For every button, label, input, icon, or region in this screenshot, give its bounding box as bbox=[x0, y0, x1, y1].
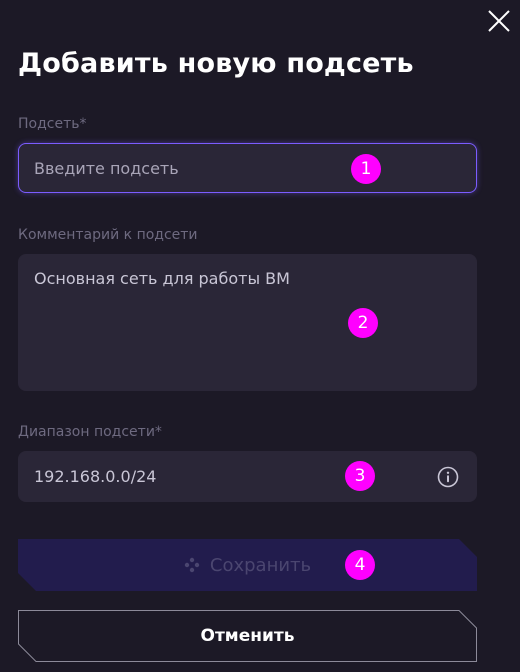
step-marker-3: 3 bbox=[345, 461, 375, 491]
range-input[interactable] bbox=[19, 452, 476, 501]
subnet-field bbox=[18, 143, 477, 193]
cancel-button-label: Отменить bbox=[200, 626, 295, 646]
sparkle-icon bbox=[184, 557, 200, 573]
cancel-button[interactable]: Отменить bbox=[18, 610, 477, 662]
step-marker-4: 4 bbox=[345, 550, 375, 580]
range-label: Диапазон подсети* bbox=[18, 424, 162, 440]
step-marker-1: 1 bbox=[351, 154, 381, 184]
subnet-input[interactable] bbox=[19, 144, 476, 192]
close-icon bbox=[488, 10, 510, 32]
subnet-label: Подсеть* bbox=[18, 116, 87, 132]
close-button[interactable] bbox=[486, 8, 512, 34]
comment-field bbox=[18, 254, 477, 391]
dialog-title: Добавить новую подсеть bbox=[18, 48, 414, 79]
info-icon[interactable] bbox=[437, 466, 459, 488]
save-button-label: Сохранить bbox=[209, 554, 312, 576]
add-subnet-dialog: Добавить новую подсеть Подсеть* Коммента… bbox=[0, 0, 520, 672]
range-field bbox=[18, 451, 477, 502]
step-marker-2: 2 bbox=[348, 308, 378, 338]
save-button[interactable]: Сохранить bbox=[18, 539, 477, 591]
comment-textarea[interactable] bbox=[19, 255, 476, 390]
comment-label: Комментарий к подсети bbox=[18, 227, 198, 243]
